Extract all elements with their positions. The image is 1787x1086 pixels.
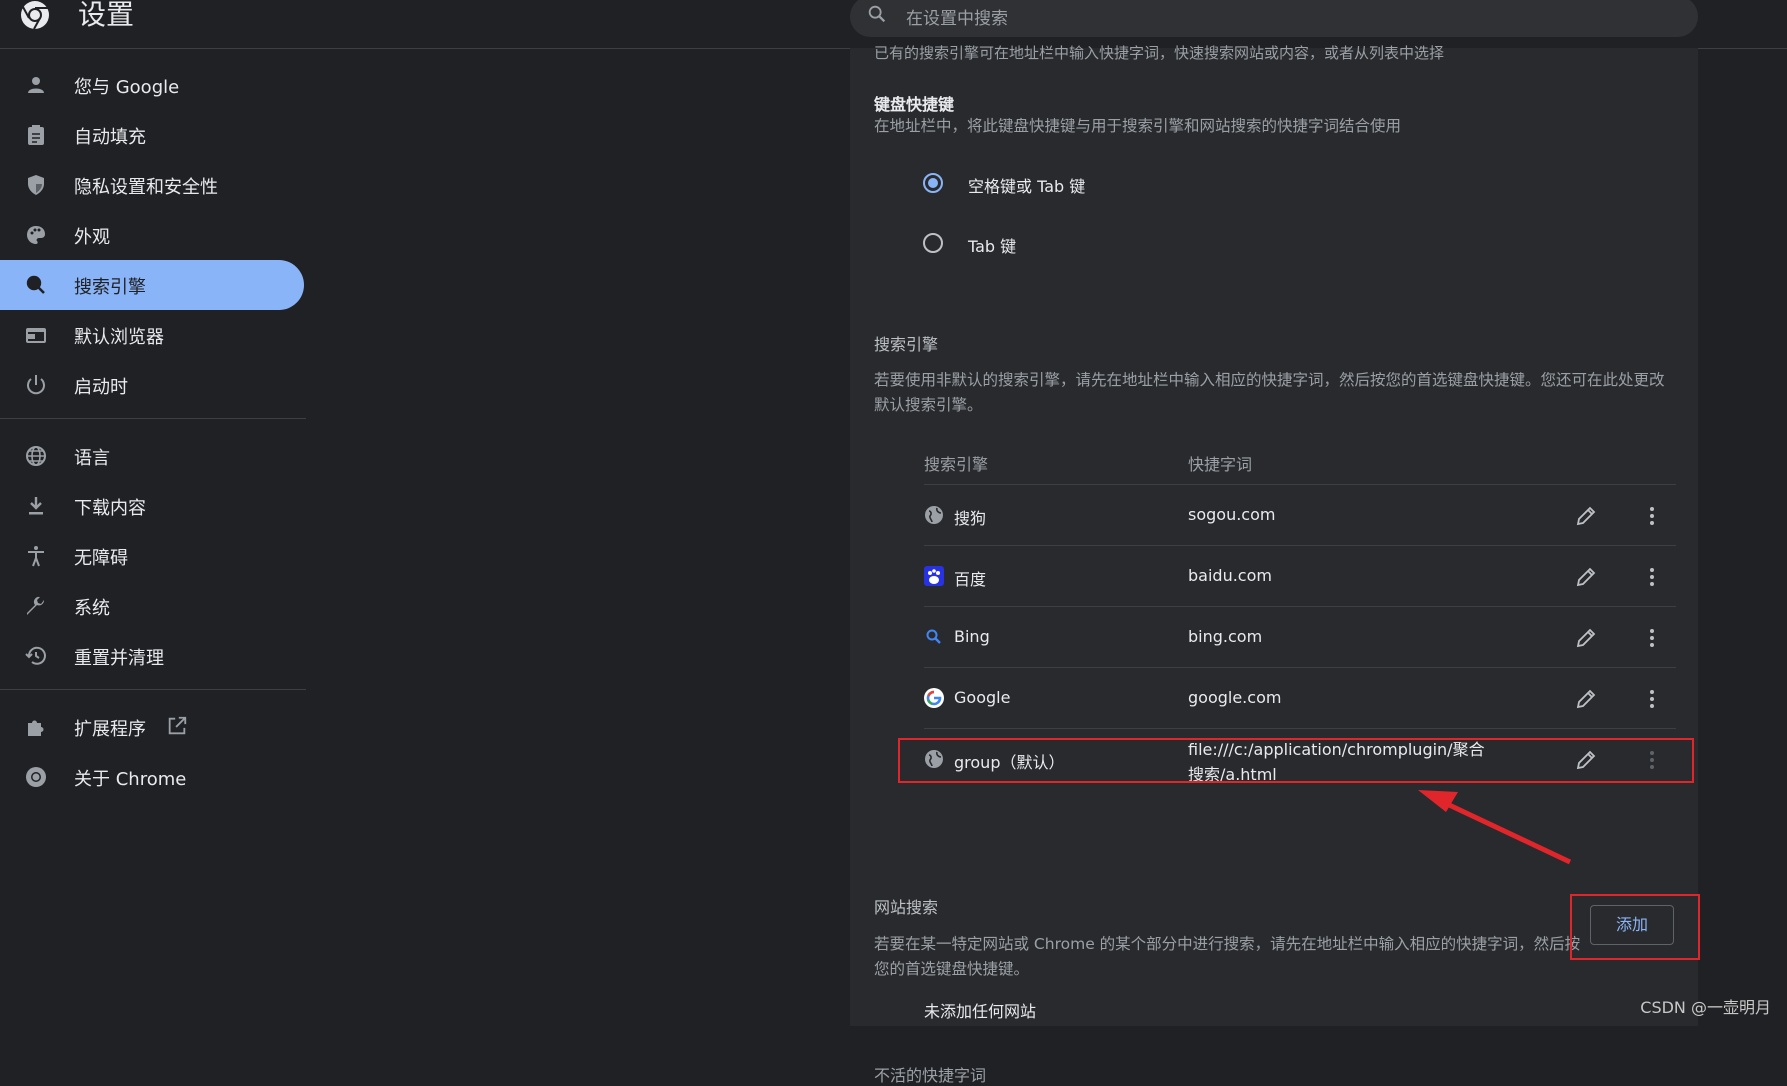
sidebar-item-reset[interactable]: 重置并清理	[0, 631, 304, 681]
nav-divider	[0, 418, 306, 419]
column-header-keyword: 快捷字词	[1188, 455, 1253, 474]
sidebar-item-you-and-google[interactable]: 您与 Google	[0, 60, 304, 110]
sidebar-item-label: 启动时	[74, 377, 128, 398]
engines-section-desc: 若要使用非默认的搜索引擎，请先在地址栏中输入相应的快捷字词，然后按您的首选键盘快…	[874, 371, 1665, 414]
sidebar-item-label: 重置并清理	[74, 648, 164, 669]
puzzle-icon	[28, 720, 44, 736]
site-search-title: 网站搜索	[874, 898, 939, 917]
sidebar-item-label: 外观	[74, 227, 110, 248]
sidebar-item-label: 隐私设置和安全性	[74, 177, 218, 198]
sidebar-item-label: 下载内容	[74, 498, 146, 519]
annotation-highlight-row	[898, 738, 1694, 783]
sidebar-item-label: 自动填充	[74, 127, 146, 148]
sidebar-item-label: 您与 Google	[74, 77, 180, 98]
shield-icon	[28, 175, 44, 195]
table-row: Google google.com	[924, 667, 1676, 729]
clipboard-icon	[28, 125, 44, 145]
engine-name: 百度	[954, 570, 987, 589]
chrome-icon	[26, 767, 46, 787]
power-icon	[27, 375, 45, 395]
sidebar-item-label: 语言	[74, 448, 110, 469]
baidu-icon	[924, 566, 944, 586]
sidebar-item-system[interactable]: 系统	[0, 581, 304, 631]
sidebar-item-default-browser[interactable]: 默认浏览器	[0, 310, 304, 360]
annotation-highlight-add	[1570, 894, 1700, 960]
radio-space-or-tab[interactable]	[922, 172, 944, 194]
sidebar-item-languages[interactable]: 语言	[0, 431, 304, 481]
settings-search-box[interactable]: 在设置中搜索	[850, 0, 1698, 37]
engine-keyword: bing.com	[1188, 627, 1263, 646]
sidebar-item-label: 无障碍	[74, 548, 128, 569]
engines-section-title: 搜索引擎	[874, 335, 939, 354]
sidebar-item-about-chrome[interactable]: 关于 Chrome	[0, 752, 304, 802]
cut-off-text-bottom: 不活的快捷字词	[874, 1066, 987, 1085]
search-icon	[868, 5, 886, 23]
column-header-engine: 搜索引擎	[924, 455, 989, 474]
sidebar-item-downloads[interactable]: 下载内容	[0, 481, 304, 531]
site-search-desc: 若要在某一特定网站或 Chrome 的某个部分中进行搜索，请先在地址栏中输入相应…	[874, 935, 1581, 978]
edit-pencil-icon[interactable]	[1574, 687, 1598, 711]
engine-keyword: baidu.com	[1188, 566, 1272, 585]
wrench-icon	[27, 596, 45, 615]
watermark: CSDN @一壶明月	[1640, 998, 1771, 1017]
sidebar-item-label: 关于 Chrome	[74, 769, 187, 790]
person-icon	[28, 77, 44, 93]
engine-name: Google	[954, 688, 1011, 707]
edit-pencil-icon[interactable]	[1574, 504, 1598, 528]
palette-icon	[27, 226, 45, 244]
chrome-logo-icon	[21, 1, 49, 30]
more-vert-icon[interactable]	[1640, 565, 1664, 589]
sidebar-item-label: 默认浏览器	[74, 327, 164, 348]
sidebar-item-autofill[interactable]: 自动填充	[0, 110, 304, 160]
download-icon	[29, 497, 43, 515]
sidebar-item-label: 搜索引擎	[74, 277, 146, 298]
edit-pencil-icon[interactable]	[1574, 565, 1598, 589]
table-row: 搜狗 sogou.com	[924, 484, 1676, 546]
shortcut-section-desc: 在地址栏中，将此键盘快捷键与用于搜索引擎和网站搜索的快捷字词结合使用	[874, 117, 1402, 135]
engine-keyword: sogou.com	[1188, 505, 1276, 524]
globe-icon	[26, 446, 46, 466]
radio-label: 空格键或 Tab 键	[968, 177, 1086, 196]
more-vert-icon[interactable]	[1640, 626, 1664, 650]
search-input[interactable]: 在设置中搜索	[906, 4, 1008, 29]
engine-keyword: google.com	[1188, 688, 1282, 707]
page-title: 设置	[78, 0, 135, 31]
radio-tab[interactable]	[922, 232, 944, 254]
edit-pencil-icon[interactable]	[1574, 626, 1598, 650]
search-icon	[26, 275, 45, 294]
engine-name: 搜狗	[954, 509, 987, 528]
empty-site-list-text: 未添加任何网站	[924, 1002, 1037, 1021]
sidebar-item-label: 系统	[74, 598, 110, 619]
sidebar-item-label: 扩展程序	[74, 719, 146, 740]
radio-label: Tab 键	[968, 237, 1017, 256]
browser-icon	[26, 328, 46, 343]
nav-divider	[0, 689, 306, 690]
shortcut-section-title: 键盘快捷键	[874, 95, 955, 114]
sidebar-item-privacy[interactable]: 隐私设置和安全性	[0, 160, 304, 210]
sidebar-item-accessibility[interactable]: 无障碍	[0, 531, 304, 581]
more-vert-icon[interactable]	[1640, 504, 1664, 528]
table-row: Bing bing.com	[924, 606, 1676, 668]
cut-off-text: 已有的搜索引擎可在地址栏中输入快捷字词，快速搜索网站或内容，或者从列表中选择	[874, 44, 1445, 62]
sidebar-item-on-startup[interactable]: 启动时	[0, 360, 304, 410]
sidebar-item-appearance[interactable]: 外观	[0, 210, 304, 260]
settings-card: 已有的搜索引擎可在地址栏中输入快捷字词，快速搜索网站或内容，或者从列表中选择 键…	[850, 44, 1700, 1085]
sidebar-item-extensions[interactable]: 扩展程序	[0, 702, 304, 752]
table-row: 百度 baidu.com	[924, 545, 1676, 607]
bing-search-icon	[926, 629, 941, 644]
sidebar-item-search-engine[interactable]: 搜索引擎	[0, 260, 304, 310]
external-link-icon[interactable]	[166, 715, 188, 737]
accessibility-icon	[28, 546, 44, 567]
sidebar-nav: 您与 Google 自动填充 隐私设置和安全性 外观 搜索引擎 默认浏览器 启动…	[0, 48, 306, 1026]
google-icon	[924, 688, 944, 708]
globe-icon	[925, 506, 943, 524]
restore-icon	[25, 646, 46, 665]
engine-name: Bing	[954, 627, 990, 646]
more-vert-icon[interactable]	[1640, 687, 1664, 711]
